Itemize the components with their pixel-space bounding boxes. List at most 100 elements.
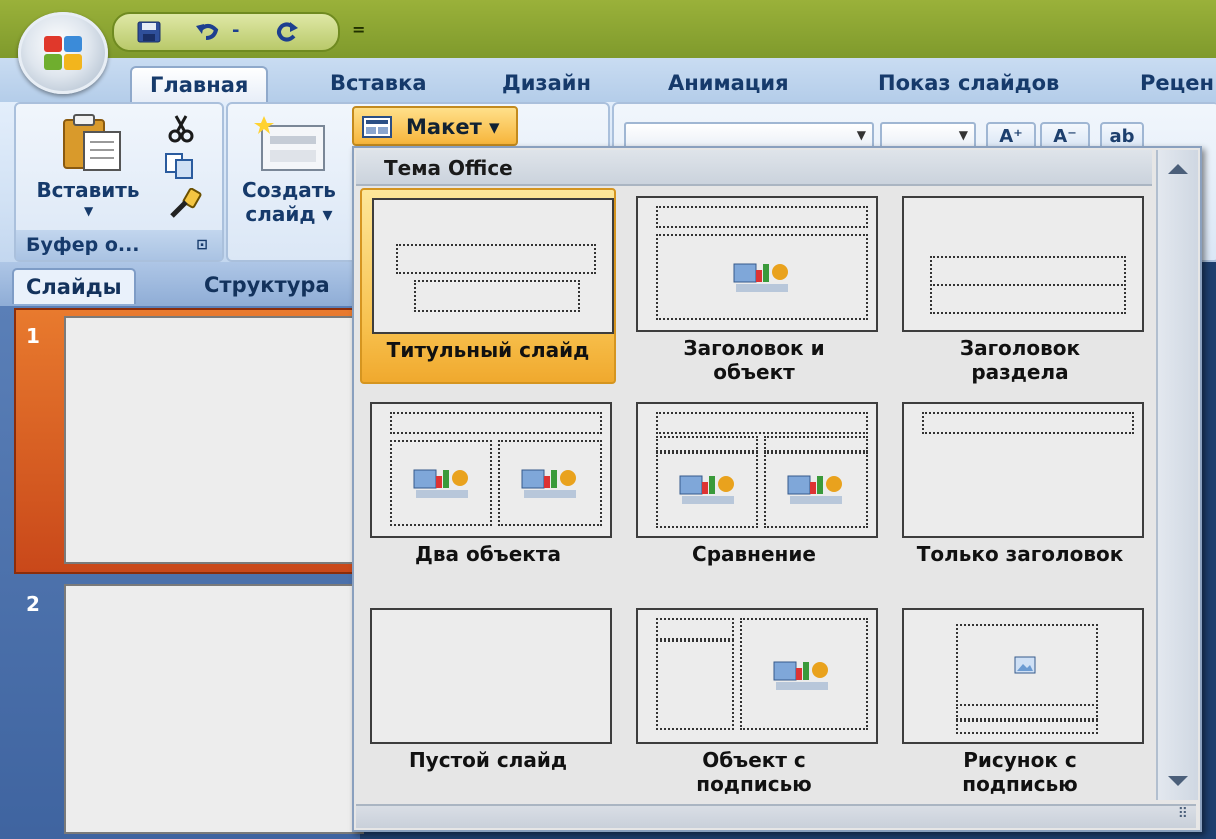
layout-title-and-content[interactable]: Заголовок и объект (626, 188, 882, 384)
layout-label: подписью (962, 772, 1078, 796)
paste-button-label[interactable]: Вставить (28, 178, 148, 202)
dialog-launcher-icon[interactable]: ⊡ (196, 230, 208, 260)
layout-blank[interactable]: Пустой слайд (360, 600, 616, 796)
content-objects-icon (787, 475, 842, 504)
layout-label: Только заголовок (916, 542, 1124, 566)
tab-insert[interactable]: Вставка (330, 66, 427, 100)
slides-pane-tabs: Слайды Структура (0, 262, 360, 306)
layout-label: Пустой слайд (408, 748, 568, 772)
text-placeholder (956, 720, 1098, 734)
layout-comparison[interactable]: Сравнение (626, 394, 882, 590)
tab-outline[interactable]: Структура (204, 268, 330, 302)
layout-label: Заголовок (959, 336, 1081, 360)
cut-icon[interactable] (166, 114, 196, 144)
content-objects-icon (733, 263, 788, 292)
layout-thumbnail (902, 196, 1144, 332)
content-objects-icon (679, 475, 734, 504)
layout-label: Два объекта (415, 542, 561, 566)
title-placeholder (396, 244, 596, 274)
heading-placeholder (656, 436, 758, 452)
layout-label: раздела (971, 360, 1069, 384)
layout-label: Заголовок и (683, 336, 825, 360)
clipboard-group-label: Буфер о... ⊡ (16, 230, 222, 260)
layout-two-content[interactable]: Два объекта (360, 394, 616, 590)
content-placeholder (390, 440, 492, 526)
save-icon[interactable] (136, 20, 162, 44)
content-placeholder (764, 452, 868, 528)
powerpoint-window: - = Главная Вставка Дизайн Анимация Пока… (0, 0, 1216, 839)
heading-placeholder (764, 436, 868, 452)
clipboard-group: Вставить ▼ Буфер о... ⊡ (14, 102, 224, 262)
picture-placeholder (956, 624, 1098, 706)
text-placeholder (656, 640, 734, 730)
layout-label: Объект с (702, 748, 806, 772)
layout-button-label: Макет ▾ (406, 115, 500, 139)
layout-thumbnail (636, 196, 878, 332)
layout-thumbnail (370, 402, 612, 538)
tab-design[interactable]: Дизайн (502, 66, 591, 100)
gallery-header: Тема Office (356, 150, 1152, 186)
layout-label: объект (713, 360, 795, 384)
layout-thumbnail (372, 198, 614, 334)
layout-title-slide[interactable]: Титульный слайд (360, 188, 616, 384)
layout-label: подписью (696, 772, 812, 796)
slide-thumbnail-1[interactable] (64, 316, 364, 564)
content-placeholder (656, 452, 758, 528)
content-objects-icon (773, 661, 828, 690)
title-bar: - = (0, 0, 1216, 58)
title-placeholder (922, 412, 1134, 434)
tab-home[interactable]: Главная (130, 66, 269, 102)
paste-icon[interactable] (60, 112, 124, 172)
ribbon-tabs: Главная Вставка Дизайн Анимация Показ сл… (0, 58, 1216, 102)
scroll-down-icon[interactable] (1168, 776, 1188, 786)
layout-thumbnail (902, 402, 1144, 538)
layout-section-header[interactable]: Заголовок раздела (892, 188, 1148, 384)
slide-number: 1 (26, 324, 40, 348)
layout-gallery: Тема Office ⠿ Титульный слайд Заголовок … (352, 146, 1202, 832)
layout-thumbnail (636, 608, 878, 744)
layout-content-with-caption[interactable]: Объект с подписью (626, 600, 882, 796)
copy-icon[interactable] (164, 152, 196, 180)
new-slide-icon[interactable] (252, 114, 328, 174)
office-button[interactable] (18, 12, 108, 94)
layout-button[interactable]: Макет ▾ (352, 106, 518, 146)
layout-thumbnail (902, 608, 1144, 744)
layout-label: Титульный слайд (386, 338, 590, 362)
layout-label: Сравнение (692, 542, 816, 566)
content-objects-icon (413, 469, 468, 498)
resize-grip-icon[interactable]: ⠿ (1178, 806, 1188, 822)
new-slide-label-1[interactable]: Создать (234, 178, 344, 202)
gallery-resize-bar[interactable]: ⠿ (356, 804, 1196, 828)
title-placeholder (656, 618, 734, 640)
new-slide-label-2[interactable]: слайд ▾ (234, 202, 344, 226)
office-logo-icon (44, 36, 82, 70)
clipboard-group-title: Буфер о... (26, 234, 140, 256)
quick-access-toolbar: - (112, 12, 340, 52)
layout-icon (362, 116, 392, 138)
chevron-down-icon: ▼ (958, 128, 968, 142)
customize-quick-access-icon[interactable]: = (352, 20, 365, 39)
tab-review[interactable]: Рецен (1140, 66, 1214, 100)
slide-number: 2 (26, 592, 40, 616)
tab-animation[interactable]: Анимация (668, 66, 789, 100)
paste-dropdown-icon[interactable]: ▼ (84, 204, 93, 218)
layout-picture-with-caption[interactable]: Рисунок с подписью (892, 600, 1148, 796)
title-placeholder (930, 256, 1126, 286)
title-placeholder (656, 206, 868, 228)
tab-slideshow[interactable]: Показ слайдов (878, 66, 1059, 100)
title-placeholder (390, 412, 602, 434)
undo-icon[interactable] (194, 20, 220, 44)
gallery-scrollbar[interactable] (1156, 150, 1198, 800)
scroll-up-icon[interactable] (1168, 164, 1188, 174)
content-objects-icon (521, 469, 576, 498)
redo-icon[interactable] (274, 20, 300, 44)
picture-icon (1014, 656, 1036, 674)
undo-dropdown-icon[interactable]: - (232, 20, 239, 41)
format-painter-icon[interactable] (168, 188, 202, 218)
slide-thumbnail-2[interactable] (64, 584, 364, 834)
layout-title-only[interactable]: Только заголовок (892, 394, 1148, 590)
layout-thumbnail (636, 402, 878, 538)
content-placeholder (498, 440, 602, 526)
text-placeholder (930, 284, 1126, 314)
tab-slides[interactable]: Слайды (12, 268, 136, 304)
